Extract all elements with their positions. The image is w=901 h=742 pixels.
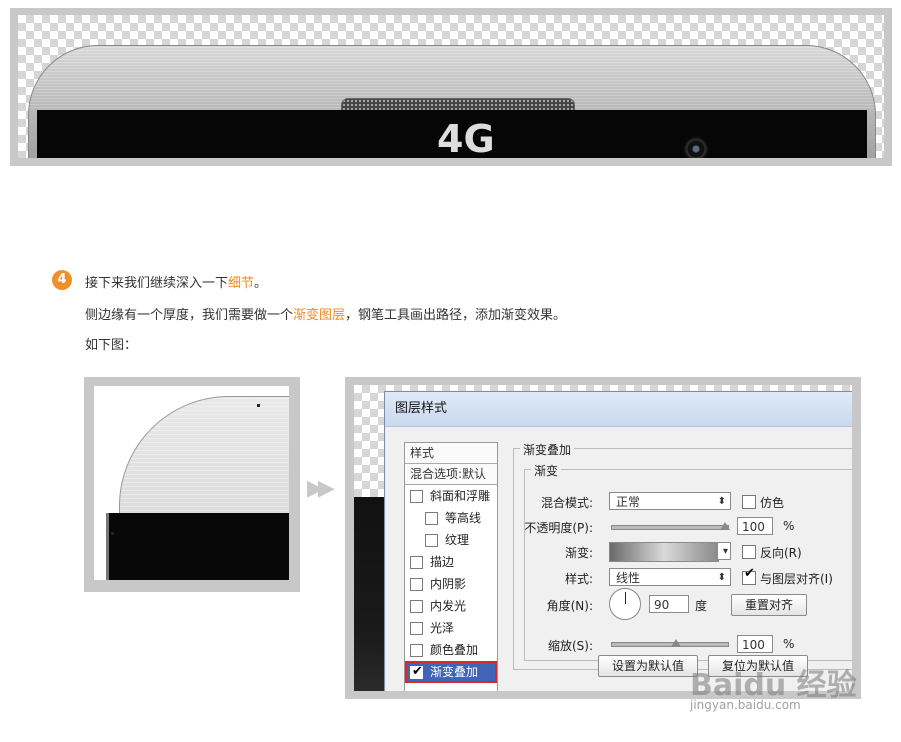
- style-select[interactable]: 线性 ⬍: [609, 568, 731, 586]
- gradient-group: 渐变 混合模式: 正常 ⬍ 仿色 不透明度(P): 100 % 渐变: ▾ 反向…: [524, 462, 852, 661]
- scale-unit: %: [783, 637, 795, 651]
- style-list-item[interactable]: 斜面和浮雕: [405, 485, 497, 507]
- scale-input[interactable]: 100: [737, 635, 773, 653]
- style-checkbox[interactable]: [425, 512, 438, 525]
- style-checkbox[interactable]: ✔: [410, 664, 423, 679]
- style-list-item[interactable]: 内发光: [405, 595, 497, 617]
- next-arrow-icon: ▶▶: [307, 476, 335, 501]
- style-list: 样式 混合选项:默认 斜面和浮雕等高线纹理描边内阴影内发光光泽颜色叠加 ✔ 渐变叠加: [404, 442, 498, 691]
- layer-style-dialog: 图层样式 样式 混合选项:默认 斜面和浮雕等高线纹理描边内阴影内发光光泽颜色叠加…: [384, 391, 852, 691]
- style-checkbox[interactable]: [410, 644, 423, 657]
- scale-slider-thumb[interactable]: [671, 639, 682, 647]
- style-list-item[interactable]: 描边: [405, 551, 497, 573]
- checkmark-icon: ✔: [744, 566, 755, 581]
- subsection-title: 渐变: [531, 462, 562, 479]
- dialog-screenshot-canvas: 图层样式 样式 混合选项:默认 斜面和浮雕等高线纹理描边内阴影内发光光泽颜色叠加…: [354, 385, 852, 691]
- step-line-1-end: 。: [254, 276, 268, 291]
- step-number-badge: 4: [52, 270, 72, 290]
- style-list-item[interactable]: 纹理: [405, 529, 497, 551]
- reverse-checkbox[interactable]: [742, 545, 756, 559]
- dither-checkbox[interactable]: [742, 495, 756, 509]
- gradient-dropdown[interactable]: ▾: [717, 542, 731, 560]
- phone-screen: 4G: [37, 110, 867, 158]
- phone-top-edge: 4G: [28, 45, 876, 158]
- step-line-1: 接下来我们继续深入一下细节。: [85, 272, 267, 291]
- corner-screen: [106, 513, 289, 580]
- select-caret-icon: ⬍: [717, 496, 726, 507]
- 4g-logo-icon: 4G: [437, 117, 495, 158]
- style-checkbox[interactable]: [410, 600, 423, 613]
- dropdown-caret-icon: ▾: [722, 546, 728, 557]
- blend-options-item[interactable]: 混合选项:默认: [405, 464, 497, 485]
- style-checkbox[interactable]: [410, 490, 423, 503]
- angle-label: 角度(N):: [546, 599, 593, 613]
- top-image-frame: 4G: [10, 8, 892, 166]
- angle-needle: [625, 592, 626, 604]
- select-caret-icon: ⬍: [717, 572, 726, 583]
- blend-mode-label: 混合模式:: [540, 496, 593, 510]
- scale-label: 缩放(S):: [547, 639, 593, 653]
- angle-dial[interactable]: [609, 588, 641, 620]
- opacity-unit: %: [783, 519, 795, 533]
- style-list-item[interactable]: 内阴影: [405, 573, 497, 595]
- style-list-item-label: 渐变叠加: [430, 665, 479, 679]
- corner-zoom-canvas: [94, 386, 289, 580]
- reverse-label: 反向(R): [760, 546, 802, 560]
- style-list-header[interactable]: 样式: [405, 443, 497, 464]
- opacity-slider[interactable]: [611, 522, 730, 530]
- set-default-button[interactable]: 设置为默认值: [598, 655, 698, 677]
- path-anchor-point: [111, 532, 114, 535]
- style-list-item-label: 描边: [430, 555, 455, 569]
- style-label: 样式:: [564, 572, 593, 586]
- scale-slider[interactable]: [611, 639, 729, 647]
- style-list-item-label: 等高线: [445, 511, 482, 525]
- style-list-item-label: 内阴影: [430, 577, 467, 591]
- style-list-item-label: 光泽: [430, 621, 455, 635]
- gradient-overlay-group: 渐变叠加 渐变 混合模式: 正常 ⬍ 仿色 不透明度(P): 100 % 渐变:…: [513, 441, 852, 670]
- dither-label: 仿色: [760, 496, 785, 510]
- step-line-3: 如下图：: [85, 338, 138, 353]
- style-checkbox[interactable]: [410, 622, 423, 635]
- style-list-items: 斜面和浮雕等高线纹理描边内阴影内发光光泽颜色叠加 ✔ 渐变叠加: [405, 485, 497, 683]
- highlight-gradient-layer: 渐变图层: [293, 308, 346, 323]
- blend-mode-select[interactable]: 正常 ⬍: [609, 492, 731, 510]
- step-line-1-text: 接下来我们继续深入一下: [85, 276, 229, 291]
- front-camera-icon: [683, 136, 709, 158]
- checkmark-icon: ✔: [412, 664, 423, 679]
- style-list-item-label: 内发光: [430, 599, 467, 613]
- gradient-preview[interactable]: [609, 542, 719, 562]
- gradient-label: 渐变:: [564, 546, 593, 560]
- style-list-item-label: 纹理: [445, 533, 470, 547]
- baidu-watermark-url: jingyan.baidu.com: [690, 698, 801, 712]
- path-anchor-point: [257, 404, 260, 407]
- style-list-item[interactable]: ✔ 渐变叠加: [405, 661, 497, 683]
- align-with-layer-label: 与图层对齐(I): [760, 572, 833, 586]
- degree-unit: 度: [695, 599, 708, 613]
- style-checkbox[interactable]: [425, 534, 438, 547]
- reset-align-button[interactable]: 重置对齐: [731, 594, 807, 616]
- step-line-2-text: 侧边缘有一个厚度，我们需要做一个: [85, 308, 294, 323]
- section-title: 渐变叠加: [520, 441, 575, 458]
- style-list-item-label: 颜色叠加: [430, 643, 479, 657]
- opacity-label: 不透明度(P):: [524, 521, 593, 535]
- style-list-item[interactable]: 等高线: [405, 507, 497, 529]
- step-line-2-end: ，钢笔工具画出路径，添加渐变效果。: [345, 308, 567, 323]
- transparent-canvas: 4G: [18, 15, 884, 158]
- style-checkbox[interactable]: [410, 556, 423, 569]
- corner-zoom-frame: [84, 377, 300, 592]
- style-list-item[interactable]: 颜色叠加: [405, 639, 497, 661]
- style-value: 线性: [616, 571, 641, 585]
- blend-mode-value: 正常: [616, 495, 641, 509]
- dialog-screenshot-frame: 图层样式 样式 混合选项:默认 斜面和浮雕等高线纹理描边内阴影内发光光泽颜色叠加…: [345, 377, 861, 699]
- highlight-detail: 细节: [228, 276, 255, 291]
- opacity-slider-thumb[interactable]: [720, 522, 730, 530]
- dialog-title: 图层样式: [385, 392, 852, 427]
- style-list-item[interactable]: 光泽: [405, 617, 497, 639]
- style-list-item-label: 斜面和浮雕: [430, 489, 491, 503]
- align-with-layer-checkbox[interactable]: ✔: [742, 566, 756, 585]
- opacity-input[interactable]: 100: [737, 517, 773, 535]
- style-checkbox[interactable]: [410, 578, 423, 591]
- step-line-2: 侧边缘有一个厚度，我们需要做一个渐变图层，钢笔工具画出路径，添加渐变效果。: [85, 304, 566, 323]
- angle-input[interactable]: 90: [649, 595, 689, 613]
